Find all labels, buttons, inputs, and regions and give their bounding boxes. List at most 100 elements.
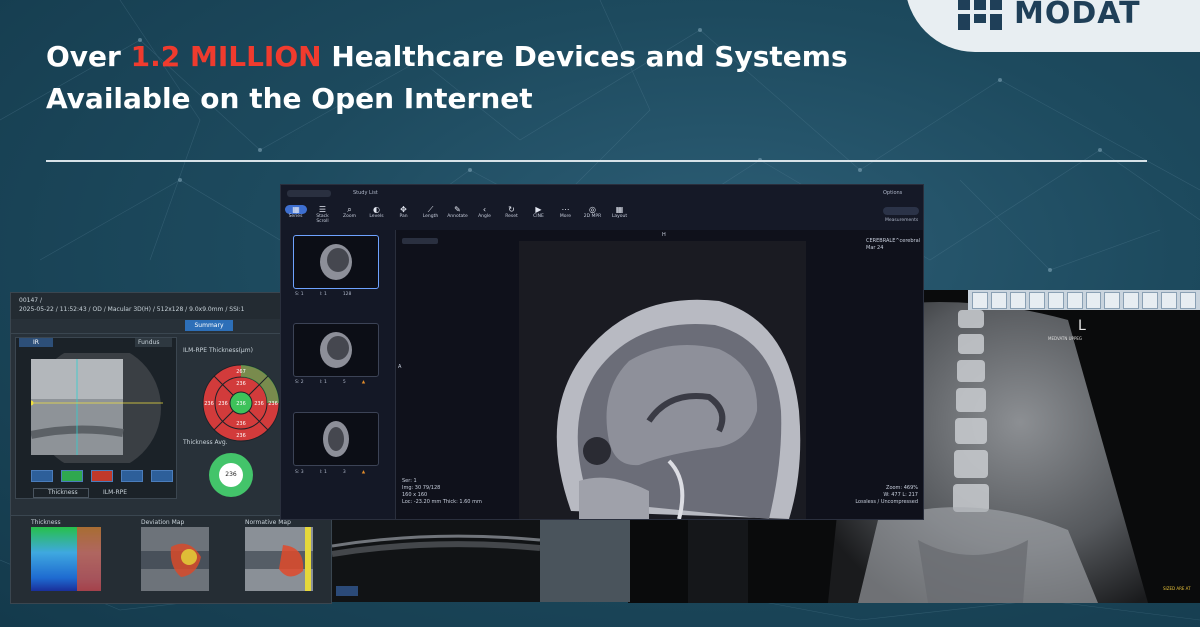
cube-icon: ◎ <box>589 205 596 214</box>
grid-value-temporal-outer: 236 <box>204 401 214 407</box>
redacted-logo <box>287 190 331 197</box>
headline-prefix: Over <box>46 40 131 73</box>
headline-highlight: 1.2 MILLION <box>130 40 322 73</box>
study-date: Mar 24 <box>866 245 884 251</box>
maps-section: Thickness Deviation Map Normative Map <box>11 515 331 603</box>
tool-angle[interactable]: ‹ Angle <box>474 205 495 224</box>
xray-toolbar <box>968 290 1200 310</box>
ruler-icon: ⟋ <box>427 205 434 214</box>
grid-value-nasal-inner: 236 <box>254 401 264 407</box>
map-title-normative: Normative Map <box>245 519 291 526</box>
study-list-link[interactable]: Study List <box>353 190 378 196</box>
thumbnail-2[interactable] <box>293 323 379 377</box>
thickness-avg-label: Thickness Avg. <box>183 439 228 446</box>
image-icon[interactable] <box>121 470 143 482</box>
more-icon: ⋯ <box>561 205 570 214</box>
thumbnail-2-meta: S: 2 I: 1 5 ▲ <box>295 380 366 385</box>
tool-zoom[interactable]: ⌕ Zoom <box>339 205 360 224</box>
thickness-avg-ring: 236 <box>209 453 253 497</box>
map-title-deviation: Deviation Map <box>141 519 185 526</box>
institution-name: CEREBRALE^cerebral <box>866 238 921 244</box>
grid-value-inferior-inner: 236 <box>236 421 246 427</box>
divider <box>46 160 1147 162</box>
layer-left-select[interactable]: Thickness <box>33 488 89 498</box>
pan-icon: ✥ <box>400 205 407 214</box>
brand-logo: MODAT <box>958 0 1141 34</box>
angle-icon: ‹ <box>482 205 487 214</box>
target-icon[interactable] <box>91 470 113 482</box>
flip-vertical-icon[interactable] <box>1028 292 1045 309</box>
fundus-image <box>31 353 163 463</box>
pen-icon: ✎ <box>454 205 461 214</box>
play-icon: ▶ <box>535 205 542 214</box>
tool-levels[interactable]: ◐ Levels <box>366 205 387 224</box>
rotate-icon[interactable] <box>972 292 988 309</box>
thickness-map <box>31 527 101 591</box>
layout-icon[interactable] <box>1161 292 1178 309</box>
thumbnail-1-meta: S: 1 I: 1 128 <box>295 292 352 297</box>
zoom-icon: ⌕ <box>347 205 352 214</box>
headline: Over 1.2 MILLION Healthcare Devices and … <box>46 36 946 120</box>
tool-series[interactable]: ▦ Series <box>285 205 307 224</box>
map-title-thickness: Thickness <box>31 519 61 526</box>
thickness-title: ILM-RPE Thickness(μm) <box>183 347 253 354</box>
next-icon[interactable] <box>1104 292 1121 309</box>
tool-annotate[interactable]: ✎ Annotate <box>447 205 468 224</box>
thumbnail-1[interactable] <box>293 235 379 289</box>
thumbnail-3-meta: S: 3 I: 1 3 ▲ <box>295 470 366 475</box>
reset-icon: ↻ <box>508 205 515 214</box>
person-icon[interactable] <box>1180 292 1197 309</box>
tool-row: ▦ Series ☰ Stack Scroll ⌕ Zoom ◐ Levels ✥ Pan… <box>285 205 630 224</box>
dicom-viewer: Study List Options ▦ Series ☰ Stack Scroll… <box>280 184 924 520</box>
oct-tool-buttons <box>31 470 173 482</box>
tool-layout[interactable]: ▦ Layout <box>609 205 630 224</box>
options-menu[interactable]: Options <box>883 190 902 196</box>
tool-reset[interactable]: ↻ Reset <box>501 205 522 224</box>
image-viewport[interactable]: H A CEREBRALE^cerebral Mar 24 Ser: 1 Img… <box>396 230 923 519</box>
tool-length[interactable]: ⟋ Length <box>420 205 441 224</box>
orientation-top: H <box>662 232 666 238</box>
xray-size-label: SIZED ARE AT <box>1163 586 1191 591</box>
redacted-patient-name <box>402 238 438 244</box>
previous-icon[interactable] <box>1085 292 1102 309</box>
measurements-toggle[interactable] <box>883 207 919 215</box>
series-info: Ser: 1 Img: 30 79/128 160 x 160 Loc: -23… <box>402 478 482 505</box>
grid-value-superior-outer: 267 <box>236 369 246 375</box>
grid-value-superior-inner: 236 <box>236 381 246 387</box>
layer-right-select[interactable]: ILM-RPE <box>103 489 127 496</box>
tab-summary[interactable]: Summary <box>185 320 233 331</box>
oct-bscan-image <box>332 518 540 602</box>
thumbnail-3[interactable] <box>293 412 379 466</box>
brand-name: MODAT <box>1014 0 1141 31</box>
orientation-left: A <box>398 364 402 370</box>
tool-stack-scroll[interactable]: ☰ Stack Scroll <box>312 205 333 224</box>
flip-horizontal-icon[interactable] <box>1047 292 1064 309</box>
target-icon[interactable] <box>1009 292 1026 309</box>
deviation-map <box>141 527 209 591</box>
first-icon[interactable] <box>1123 292 1140 309</box>
tool-cine[interactable]: ▶ CINE <box>528 205 549 224</box>
tool-2d-mpr[interactable]: ◎ 2D MPR <box>582 205 603 224</box>
last-icon[interactable] <box>1142 292 1159 309</box>
xray-header-text: MEDVATN UPPEG <box>1048 336 1082 341</box>
ir-mode-button[interactable]: IR <box>19 338 53 347</box>
play-icon[interactable] <box>31 470 53 482</box>
series-thumbnails: S: 1 I: 1 128 S: 2 I: 1 5 ▲ S: 3 I: 1 3 ▲ <box>281 230 396 519</box>
menu-icon: ☰ <box>318 205 327 214</box>
thickness-grid-chart: 267 236 236 236 236 236 236 236 236 <box>202 364 280 442</box>
display-info: Zoom: 469% W: 477 L: 217 Lossless / Unco… <box>855 485 918 505</box>
mri-image <box>519 241 806 519</box>
target-icon[interactable] <box>990 292 1007 309</box>
warning-icon: ▲ <box>361 380 366 385</box>
layout-icon: ▦ <box>615 205 624 214</box>
angle-icon[interactable] <box>1066 292 1083 309</box>
tool-more[interactable]: ⋯ More <box>555 205 576 224</box>
square-icon[interactable] <box>61 470 83 482</box>
measurements-label: Measurements <box>885 218 919 223</box>
tool-pan[interactable]: ✥ Pan <box>393 205 414 224</box>
layers-icon[interactable] <box>151 470 173 482</box>
scan-info: 2025-05-22 / 11:52:43 / OD / Macular 3D(… <box>19 306 245 313</box>
contrast-icon: ◐ <box>373 205 380 214</box>
viewer-toolbar: Study List Options ▦ Series ☰ Stack Scroll… <box>281 185 923 230</box>
fundus-select[interactable]: Fundus <box>135 338 172 347</box>
